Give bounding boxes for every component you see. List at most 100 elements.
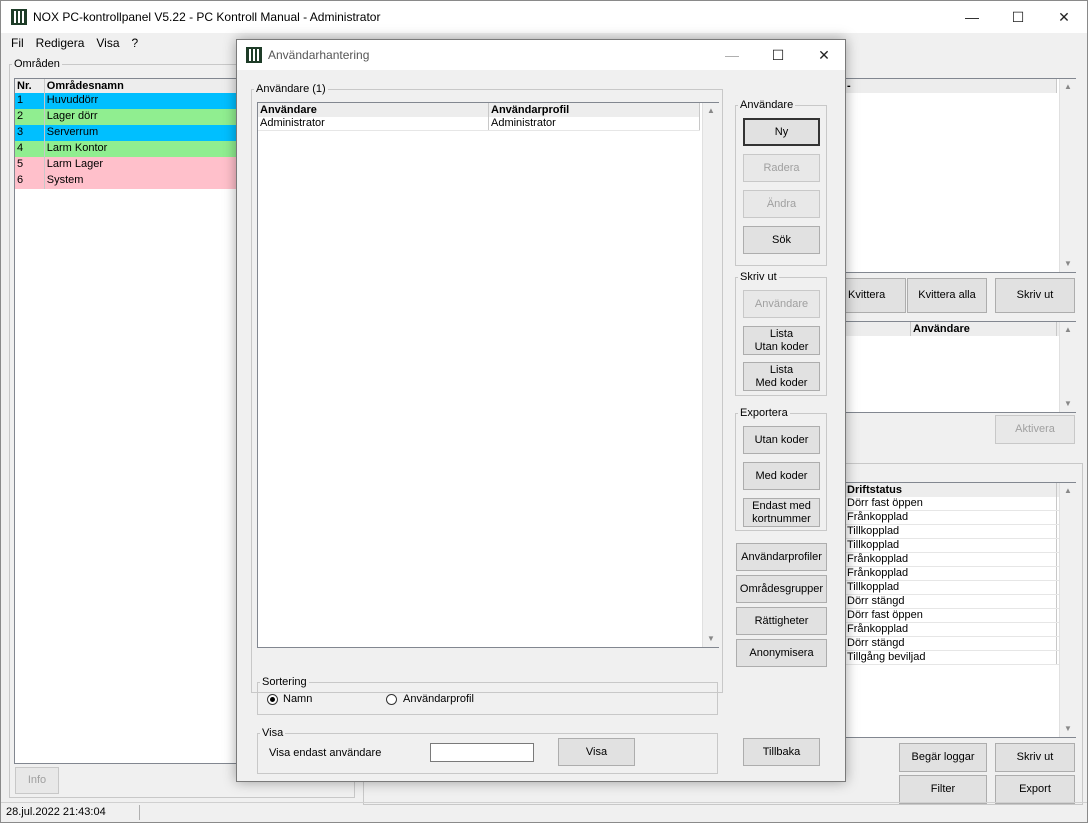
request-logs-button[interactable]: Begär loggar: [899, 743, 987, 772]
scroll-up-icon[interactable]: ▲: [703, 103, 719, 119]
sort-profile-label[interactable]: Användarprofil: [403, 693, 474, 705]
show-user-input[interactable]: [430, 743, 534, 762]
log-status: Dörr fast öppen: [845, 609, 1057, 622]
export-card-only-button[interactable]: Endast med kortnummer: [743, 498, 820, 527]
edit-user-button[interactable]: Ändra: [743, 190, 820, 218]
scroll-up-icon[interactable]: ▲: [1060, 79, 1076, 95]
dialog-minimize-icon[interactable]: —: [709, 40, 755, 70]
areas-legend: Områden: [14, 58, 60, 70]
col-user[interactable]: Användare: [911, 322, 1057, 336]
area-nr: 6: [15, 173, 45, 189]
sort-profile-radio[interactable]: [386, 694, 397, 705]
show-only-label: Visa endast användare: [269, 747, 382, 759]
ack-button[interactable]: Kvittera: [844, 278, 906, 313]
menu-redigera[interactable]: Redigera: [30, 36, 91, 50]
areas-list[interactable]: Nr. Områdesnamn 1 Huvuddörr 2 Lager dörr 3 Se…: [14, 78, 244, 764]
user-area-scrollbar[interactable]: ▲ ▼: [1059, 322, 1076, 412]
users-header: Användare Användarprofil: [258, 103, 700, 117]
log-scrollbar[interactable]: ▲ ▼: [1059, 483, 1076, 737]
sort-name-label[interactable]: Namn: [283, 693, 312, 705]
area-row[interactable]: 3 Serverrum: [15, 125, 243, 141]
col-user-name[interactable]: Användare: [258, 103, 489, 117]
log-row[interactable]: Frånkopplad: [845, 511, 1075, 525]
anonymize-button[interactable]: Anonymisera: [736, 639, 827, 667]
print-list-no-codes-line1: Lista: [769, 327, 794, 340]
log-status: Frånkopplad: [845, 511, 1057, 524]
alarm-scrollbar[interactable]: ▲ ▼: [1059, 79, 1076, 272]
maximize-icon[interactable]: ☐: [995, 1, 1041, 33]
rights-button[interactable]: Rättigheter: [736, 607, 827, 635]
col-area-name[interactable]: Områdesnamn: [45, 79, 243, 93]
log-row[interactable]: Tillkopplad: [845, 539, 1075, 553]
log-status: Tillkopplad: [845, 539, 1057, 552]
area-row[interactable]: 5 Larm Lager: [15, 157, 243, 173]
delete-user-button[interactable]: Radera: [743, 154, 820, 182]
menu-fil[interactable]: Fil: [5, 36, 30, 50]
export-button[interactable]: Export: [995, 775, 1075, 804]
log-row[interactable]: Dörr stängd: [845, 595, 1075, 609]
log-row[interactable]: Tillkopplad: [845, 581, 1075, 595]
menu-visa[interactable]: Visa: [90, 36, 125, 50]
col-user-profile[interactable]: Användarprofil: [489, 103, 700, 117]
alarm-print-button[interactable]: Skriv ut: [995, 278, 1075, 313]
log-row[interactable]: Dörr fast öppen: [845, 609, 1075, 623]
activate-button[interactable]: Aktivera: [995, 415, 1075, 444]
scroll-down-icon[interactable]: ▼: [1060, 396, 1076, 412]
log-row[interactable]: Tillkopplad: [845, 525, 1075, 539]
user-profile: Administrator: [489, 117, 700, 130]
minimize-icon[interactable]: —: [949, 1, 995, 33]
scroll-down-icon[interactable]: ▼: [1060, 256, 1076, 272]
user-row[interactable]: Administrator Administrator: [258, 117, 700, 131]
scroll-down-icon[interactable]: ▼: [1060, 721, 1076, 737]
scroll-up-icon[interactable]: ▲: [1060, 483, 1076, 499]
sort-group: Sortering: [257, 676, 718, 715]
print-list-codes-button[interactable]: Lista Med koder: [743, 362, 820, 391]
close-icon[interactable]: ✕: [1041, 1, 1087, 33]
areas-header: Nr. Områdesnamn: [15, 79, 243, 93]
log-row[interactable]: Dörr stängd: [845, 637, 1075, 651]
area-row[interactable]: 4 Larm Kontor: [15, 141, 243, 157]
log-status: Dörr stängd: [845, 595, 1057, 608]
print-list-no-codes-button[interactable]: Lista Utan koder: [743, 326, 820, 355]
user-area-list[interactable]: Användare: [844, 321, 1076, 413]
export-card-only-line2: kortnummer: [752, 512, 811, 525]
new-user-button[interactable]: Ny: [743, 118, 820, 146]
log-row[interactable]: Frånkopplad: [845, 553, 1075, 567]
export-card-only-line1: Endast med: [752, 499, 811, 512]
col-nr[interactable]: Nr.: [15, 79, 45, 93]
menu-help[interactable]: ?: [126, 36, 145, 50]
area-groups-button[interactable]: Områdesgrupper: [736, 575, 827, 603]
ack-all-button[interactable]: Kvittera alla: [907, 278, 987, 313]
alarm-list[interactable]: -: [844, 78, 1076, 273]
users-scrollbar[interactable]: ▲ ▼: [702, 103, 719, 647]
log-row[interactable]: Dörr fast öppen: [845, 497, 1075, 511]
scroll-up-icon[interactable]: ▲: [1060, 322, 1076, 338]
dialog-logo-icon: [246, 47, 262, 63]
search-user-button[interactable]: Sök: [743, 226, 820, 254]
export-no-codes-button[interactable]: Utan koder: [743, 426, 820, 454]
sort-name-radio[interactable]: [267, 694, 278, 705]
log-row[interactable]: Frånkopplad: [845, 567, 1075, 581]
area-row[interactable]: 2 Lager dörr: [15, 109, 243, 125]
info-button[interactable]: Info: [15, 767, 59, 794]
user-actions-legend: Användare: [740, 99, 794, 111]
back-button[interactable]: Tillbaka: [743, 738, 820, 766]
log-print-button[interactable]: Skriv ut: [995, 743, 1075, 772]
log-row[interactable]: Tillgång beviljad: [845, 651, 1075, 665]
users-list[interactable]: Användare Användarprofil Administrator Ad…: [257, 102, 719, 648]
dialog-maximize-icon[interactable]: ☐: [755, 40, 801, 70]
area-row[interactable]: 6 System: [15, 173, 243, 189]
log-row[interactable]: Frånkopplad: [845, 623, 1075, 637]
print-users-button[interactable]: Användare: [743, 290, 820, 318]
col-driftstatus[interactable]: Driftstatus: [845, 483, 1057, 497]
filter-button[interactable]: Filter: [899, 775, 987, 804]
show-button[interactable]: Visa: [558, 738, 635, 766]
export-codes-button[interactable]: Med koder: [743, 462, 820, 490]
user-profiles-button[interactable]: Användarprofiler: [736, 543, 827, 571]
log-status: Dörr stängd: [845, 637, 1057, 650]
dialog-close-icon[interactable]: ✕: [801, 40, 847, 70]
area-row[interactable]: 1 Huvuddörr: [15, 93, 243, 109]
export-legend: Exportera: [740, 407, 788, 419]
log-list[interactable]: Driftstatus Dörr fast öppen Frånkopplad Ti…: [844, 482, 1076, 738]
scroll-down-icon[interactable]: ▼: [703, 631, 719, 647]
